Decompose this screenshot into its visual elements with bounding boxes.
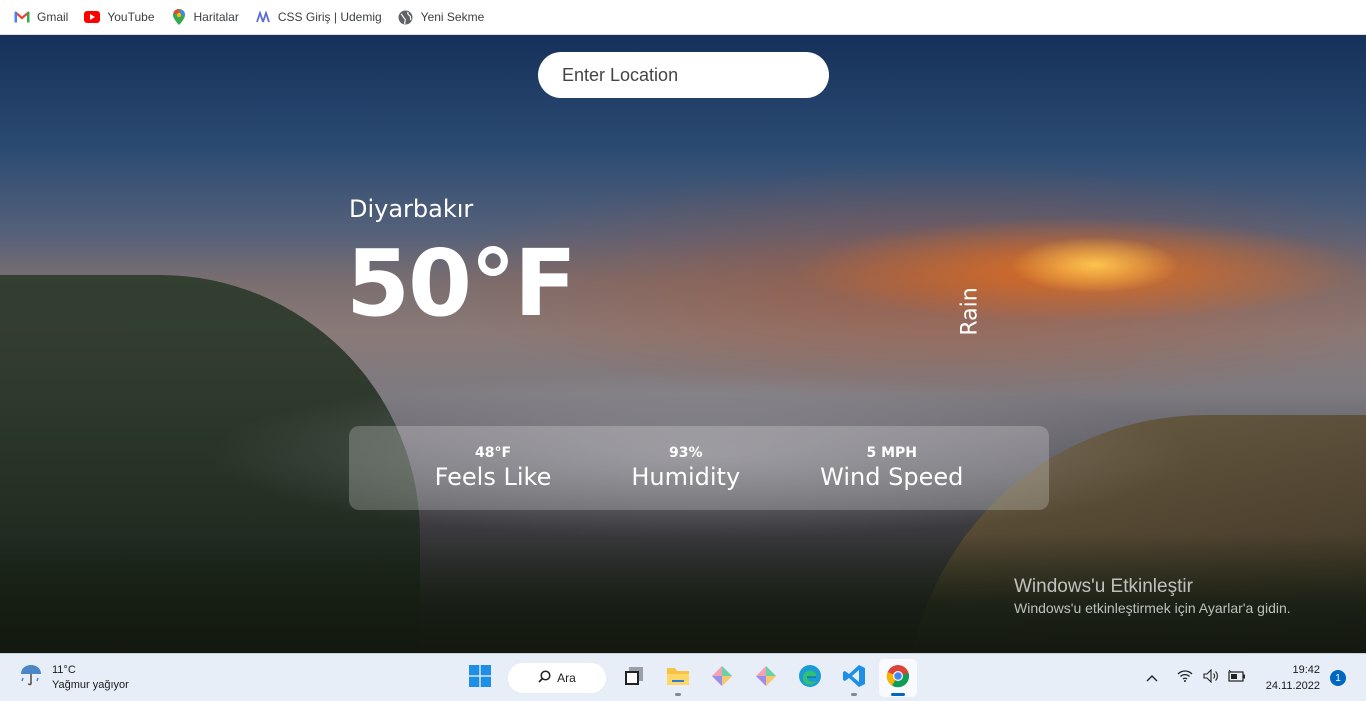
wifi-icon xyxy=(1177,669,1193,687)
bookmark-label: Yeni Sekme xyxy=(420,10,485,24)
chevron-up-icon xyxy=(1146,669,1158,687)
taskbar: 11°C Yağmur yağıyor Ara 19:42 24.11.2022… xyxy=(0,653,1366,701)
git-diamond-icon xyxy=(754,664,778,693)
bookmark-label: YouTube xyxy=(107,10,155,24)
bookmark-label: CSS Giriş | Udemig xyxy=(277,10,382,24)
taskbar-apps: Ara xyxy=(458,659,920,697)
maps-icon xyxy=(171,9,187,25)
bookmark-label: Haritalar xyxy=(193,10,239,24)
task-view-button[interactable] xyxy=(615,659,653,697)
city-name: Diyarbakır xyxy=(349,195,474,223)
globe-icon xyxy=(398,9,414,25)
weather-widget-temp: 11°C xyxy=(52,663,76,676)
system-tray: 19:42 24.11.2022 1 xyxy=(1139,654,1366,701)
wind-speed-value: 5 MPH xyxy=(866,445,918,461)
git-app-button[interactable] xyxy=(703,659,741,697)
start-button[interactable] xyxy=(461,659,499,697)
wind-speed-label: Wind Speed xyxy=(820,463,964,491)
clock-time: 19:42 xyxy=(1292,664,1320,676)
weather-widget-desc: Yağmur yağıyor xyxy=(52,678,129,691)
bookmark-udemig[interactable]: CSS Giriş | Udemig xyxy=(255,9,382,25)
activation-title: Windows'u Etkinleştir xyxy=(1014,576,1193,597)
edge-icon xyxy=(798,664,822,693)
running-indicator xyxy=(675,693,681,696)
temperature: 50°F xyxy=(346,230,577,337)
folder-icon xyxy=(666,665,690,692)
search-icon xyxy=(538,670,551,686)
umbrella-rain-icon xyxy=(18,662,44,693)
running-indicator xyxy=(851,693,857,696)
humidity-label: Humidity xyxy=(631,463,741,491)
bookmark-label: Gmail xyxy=(37,10,69,24)
running-indicator xyxy=(891,693,905,696)
youtube-icon xyxy=(84,9,101,25)
location-search-input[interactable] xyxy=(538,52,829,98)
vscode-icon xyxy=(842,664,866,693)
feels-like-value: 48°F xyxy=(474,445,512,461)
windows-activation-watermark: Windows'u Etkinleştir Windows'u etkinleş… xyxy=(1014,576,1291,616)
battery-button[interactable] xyxy=(1225,666,1249,690)
git-diamond-icon xyxy=(710,664,734,693)
taskbar-search-button[interactable]: Ara xyxy=(508,663,606,693)
feels-like-label: Feels Like xyxy=(434,463,552,491)
speaker-icon xyxy=(1203,668,1219,688)
wind-speed-stat: 5 MPH Wind Speed xyxy=(820,445,963,491)
humidity-value: 93% xyxy=(668,445,703,461)
feels-like-stat: 48°F Feels Like xyxy=(435,445,552,491)
clock-date: 24.11.2022 xyxy=(1265,680,1320,692)
taskbar-weather-widget[interactable]: 11°C Yağmur yağıyor xyxy=(18,662,129,693)
vscode-button[interactable] xyxy=(835,659,873,697)
chrome-icon xyxy=(886,664,910,693)
weather-stats-panel: 48°F Feels Like 93% Humidity 5 MPH Wind … xyxy=(349,426,1049,510)
taskbar-clock[interactable]: 19:42 24.11.2022 xyxy=(1266,662,1320,694)
file-explorer-button[interactable] xyxy=(659,659,697,697)
git-app-button-2[interactable] xyxy=(747,659,785,697)
chrome-button[interactable] xyxy=(879,659,917,697)
notification-badge[interactable]: 1 xyxy=(1330,670,1346,686)
humidity-stat: 93% Humidity xyxy=(631,445,740,491)
show-hidden-icons-button[interactable] xyxy=(1140,666,1164,690)
edge-button[interactable] xyxy=(791,659,829,697)
weather-app-page: Diyarbakır 50°F Rain 48°F Feels Like 93%… xyxy=(0,35,1366,653)
volume-button[interactable] xyxy=(1199,666,1223,690)
bookmark-youtube[interactable]: YouTube xyxy=(84,9,155,25)
bookmark-maps[interactable]: Haritalar xyxy=(171,9,239,25)
bookmark-gmail[interactable]: Gmail xyxy=(14,9,68,25)
task-view-icon xyxy=(623,665,645,692)
gmail-icon xyxy=(14,9,30,25)
bookmark-new-tab[interactable]: Yeni Sekme xyxy=(398,9,485,25)
wifi-button[interactable] xyxy=(1173,666,1197,690)
search-label: Ara xyxy=(557,671,576,685)
bookmarks-bar: Gmail YouTube Haritalar CSS Giriş | Udem… xyxy=(0,0,1366,35)
udemig-icon xyxy=(255,9,271,25)
weather-condition: Rain xyxy=(957,287,983,336)
windows-logo-icon xyxy=(469,664,491,692)
activation-subtitle: Windows'u etkinleştirmek için Ayarlar'a … xyxy=(1014,600,1291,616)
battery-charging-icon xyxy=(1228,669,1246,687)
